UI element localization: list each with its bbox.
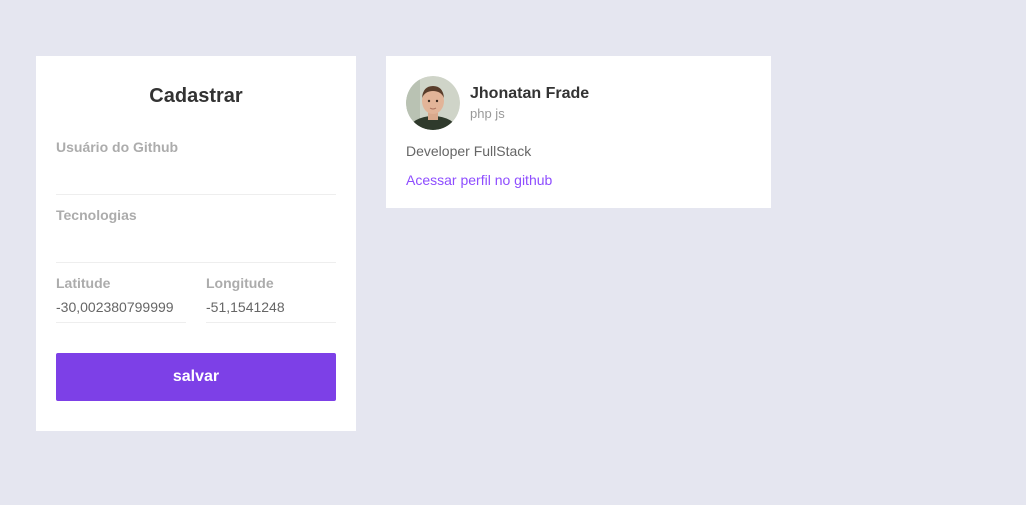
save-button[interactable]: salvar	[56, 353, 336, 401]
dev-name: Jhonatan Frade	[470, 85, 590, 102]
dev-techs: php js	[470, 106, 505, 121]
avatar-image	[406, 76, 460, 130]
github-profile-link[interactable]: Acessar perfil no github	[406, 172, 552, 188]
avatar	[406, 76, 460, 130]
longitude-field: Longitude	[206, 275, 336, 323]
latitude-field: Latitude	[56, 275, 186, 323]
longitude-label: Longitude	[206, 275, 274, 291]
techs-field: Tecnologias	[56, 207, 336, 263]
register-form-card: Cadastrar Usuário do Github Tecnologias …	[36, 56, 356, 431]
dev-card: Jhonatan Frade php js Developer FullStac…	[386, 56, 771, 208]
github-user-input[interactable]	[56, 155, 336, 195]
github-user-label: Usuário do Github	[56, 139, 179, 155]
page: Cadastrar Usuário do Github Tecnologias …	[0, 0, 1026, 505]
techs-input[interactable]	[56, 223, 336, 263]
techs-label: Tecnologias	[56, 207, 137, 223]
github-user-field: Usuário do Github	[56, 139, 336, 195]
latitude-input[interactable]	[56, 291, 186, 323]
coordinates-row: Latitude Longitude	[56, 275, 336, 323]
longitude-input[interactable]	[206, 291, 336, 323]
dev-bio: Developer FullStack	[406, 143, 532, 159]
form-title: Cadastrar	[149, 85, 243, 107]
latitude-label: Latitude	[56, 275, 111, 291]
